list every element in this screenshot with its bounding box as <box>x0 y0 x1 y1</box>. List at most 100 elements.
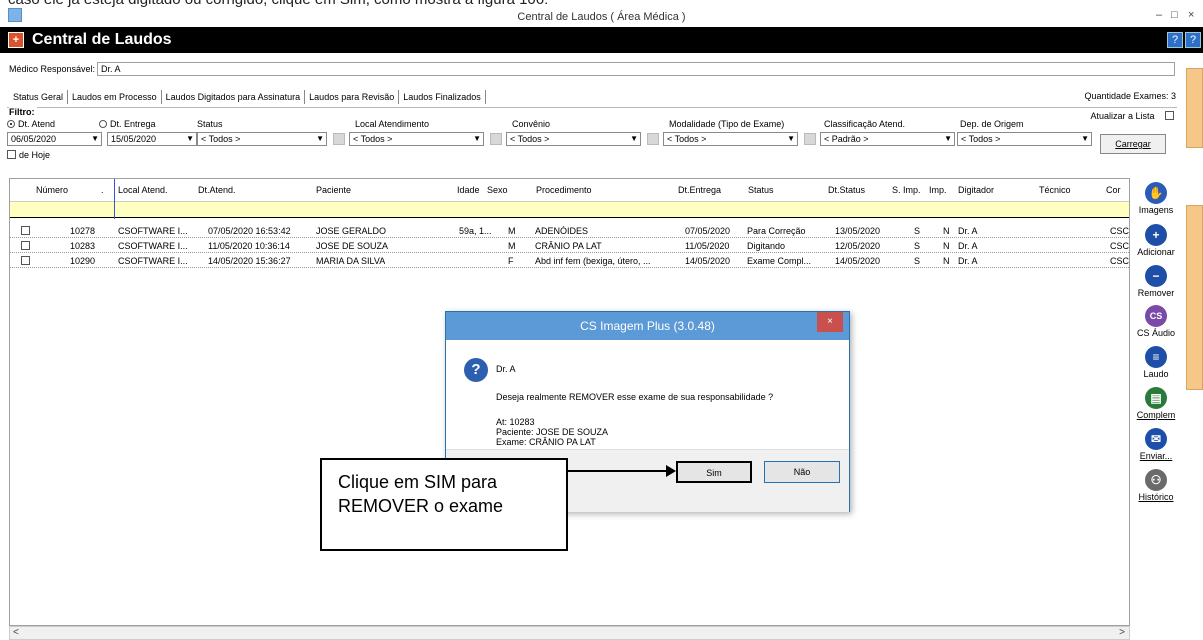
grid-picker-icon[interactable] <box>647 133 659 145</box>
convenio-label: Convênio <box>512 119 551 129</box>
historico-button[interactable]: ⚇ Histórico <box>1133 469 1179 502</box>
nao-button[interactable]: Não <box>764 461 840 483</box>
col-tecnico[interactable]: Técnico <box>1039 185 1071 195</box>
chevron-down-icon: ▼ <box>630 134 638 143</box>
col-paciente[interactable]: Paciente <box>316 185 351 195</box>
tab-laudos-digitados[interactable]: Laudos Digitados para Assinatura <box>162 90 306 104</box>
column-divider <box>114 179 115 219</box>
radio-dt-atend-icon[interactable] <box>7 120 15 128</box>
radio-dt-entrega[interactable]: Dt. Entrega <box>99 119 156 129</box>
medico-field[interactable]: Dr. A <box>97 62 1175 76</box>
dialog-title: CS Imagem Plus (3.0.48) <box>446 312 849 340</box>
col-dot[interactable]: . <box>101 185 104 195</box>
status-label: Status <box>197 119 223 129</box>
col-sexo[interactable]: Sexo <box>487 185 508 195</box>
local-select[interactable]: < Todos > ▼ <box>349 132 484 146</box>
col-s-imp[interactable]: S. Imp. <box>892 185 921 195</box>
date-to-select[interactable]: 15/05/2020 ▼ <box>107 132 197 146</box>
app-logo-icon: + <box>8 32 24 48</box>
filter-row[interactable] <box>10 202 1129 218</box>
cell-dt-atend: 11/05/2020 10:36:14 <box>208 241 290 251</box>
dep-select[interactable]: < Todos > ▼ <box>957 132 1092 146</box>
date-from-select[interactable]: 06/05/2020 ▼ <box>7 132 102 146</box>
side-panel-tab-1[interactable] <box>1186 68 1203 148</box>
chevron-down-icon: ▼ <box>186 134 194 143</box>
close-window-button[interactable]: × <box>1188 9 1194 21</box>
enviar-button[interactable]: ✉ Enviar... <box>1133 428 1179 461</box>
col-cor[interactable]: Cor <box>1106 185 1121 195</box>
status-select[interactable]: < Todos > ▼ <box>197 132 327 146</box>
col-procedimento[interactable]: Procedimento <box>536 185 592 195</box>
chevron-down-icon: ▼ <box>944 134 952 143</box>
modalidade-select[interactable]: < Todos > ▼ <box>663 132 798 146</box>
cell-s-imp: S <box>914 256 921 266</box>
cell-paciente: MARIA DA SILVA <box>316 256 386 266</box>
col-imp[interactable]: Imp. <box>929 185 947 195</box>
side-panel-tab-2[interactable] <box>1186 205 1203 390</box>
info-icon[interactable]: ? <box>1167 32 1183 48</box>
col-idade[interactable]: Idade <box>457 185 480 195</box>
scroll-right-icon[interactable]: > <box>1119 627 1125 638</box>
row-checkbox[interactable] <box>21 226 30 235</box>
table-row[interactable]: 10283 CSOFTWARE I... 11/05/2020 10:36:14… <box>10 240 1130 253</box>
adicionar-button[interactable]: + Adicionar <box>1133 224 1179 257</box>
plus-icon: + <box>1145 224 1167 246</box>
row-checkbox[interactable] <box>21 256 30 265</box>
col-local[interactable]: Local Atend. <box>118 185 168 195</box>
tab-laudos-revisao[interactable]: Laudos para Revisão <box>305 90 400 104</box>
table-row[interactable]: 10290 CSOFTWARE I... 14/05/2020 15:36:27… <box>10 255 1129 268</box>
window-title: Central de Laudos ( Área Médica ) <box>517 11 686 23</box>
de-hoje-checkbox[interactable]: de Hoje <box>7 150 50 160</box>
cell-sexo: M <box>508 226 516 236</box>
imagens-button[interactable]: ✋ Imagens <box>1133 182 1179 215</box>
cell-numero: 10290 <box>70 256 96 266</box>
tab-laudos-finalizados[interactable]: Laudos Finalizados <box>399 90 486 104</box>
scroll-left-icon[interactable]: < <box>13 627 19 638</box>
cell-cor: CSC <box>1110 241 1130 251</box>
cell-imp: N <box>943 241 950 251</box>
cell-numero: 10283 <box>70 241 96 251</box>
row-checkbox[interactable] <box>21 241 30 250</box>
sim-button[interactable]: Sim <box>676 461 752 483</box>
quantidade-exames: Quantidade Exames: 3 <box>1084 91 1176 101</box>
grid-picker-icon[interactable] <box>490 133 502 145</box>
col-digitador[interactable]: Digitador <box>958 185 994 195</box>
chevron-down-icon: ▼ <box>1081 134 1089 143</box>
cell-dt-atend: 14/05/2020 15:36:27 <box>208 256 291 266</box>
minimize-button[interactable]: – <box>1156 9 1162 21</box>
tab-status-geral[interactable]: Status Geral <box>9 90 69 104</box>
radio-dt-atend[interactable]: Dt. Atend <box>7 119 55 129</box>
tab-laudos-em-processo[interactable]: Laudos em Processo <box>68 90 162 104</box>
cell-procedimento: Abd inf fem (bexiga, útero, ... <box>535 256 651 266</box>
atualizar-checkbox[interactable] <box>1165 111 1174 120</box>
classificacao-select[interactable]: < Padrão > ▼ <box>820 132 955 146</box>
laudo-button[interactable]: ≡ Laudo <box>1133 346 1179 379</box>
grid-picker-icon[interactable] <box>804 133 816 145</box>
col-dt-entrega[interactable]: Dt.Entrega <box>678 185 721 195</box>
col-status[interactable]: Status <box>748 185 774 195</box>
help-icon[interactable]: ? <box>1185 32 1201 48</box>
horizontal-scrollbar[interactable]: < > <box>9 626 1130 640</box>
remover-button[interactable]: − Remover <box>1133 265 1179 298</box>
de-hoje-checkbox-box[interactable] <box>7 150 16 159</box>
col-numero[interactable]: Número <box>36 185 68 195</box>
dep-label: Dep. de Origem <box>960 119 1024 129</box>
table-row[interactable]: 10278 CSOFTWARE I... 07/05/2020 16:53:42… <box>10 225 1129 238</box>
mail-icon: ✉ <box>1145 428 1167 450</box>
maximize-button[interactable]: □ <box>1171 9 1178 21</box>
cs-audio-icon: CS <box>1145 305 1167 327</box>
dialog-exame: Exame: CRÂNIO PA LAT <box>496 437 596 447</box>
col-dt-status[interactable]: Dt.Status <box>828 185 865 195</box>
app-header: + Central de Laudos ? ? <box>0 27 1203 53</box>
grid-picker-icon[interactable] <box>333 133 345 145</box>
convenio-select[interactable]: < Todos > ▼ <box>506 132 641 146</box>
dialog-close-button[interactable]: × <box>817 312 843 332</box>
document-icon: ≡ <box>1145 346 1167 368</box>
col-dt-atend[interactable]: Dt.Atend. <box>198 185 236 195</box>
radio-dt-entrega-icon[interactable] <box>99 120 107 128</box>
atualizar-lista[interactable]: Atualizar a Lista <box>1090 111 1177 121</box>
cs-audio-button[interactable]: CS CS Áudio <box>1133 305 1179 338</box>
carregar-button[interactable]: Carregar <box>1100 134 1166 154</box>
cell-paciente: JOSE DE SOUZA <box>316 241 389 251</box>
complem-button[interactable]: ▤ Complem <box>1133 387 1179 420</box>
